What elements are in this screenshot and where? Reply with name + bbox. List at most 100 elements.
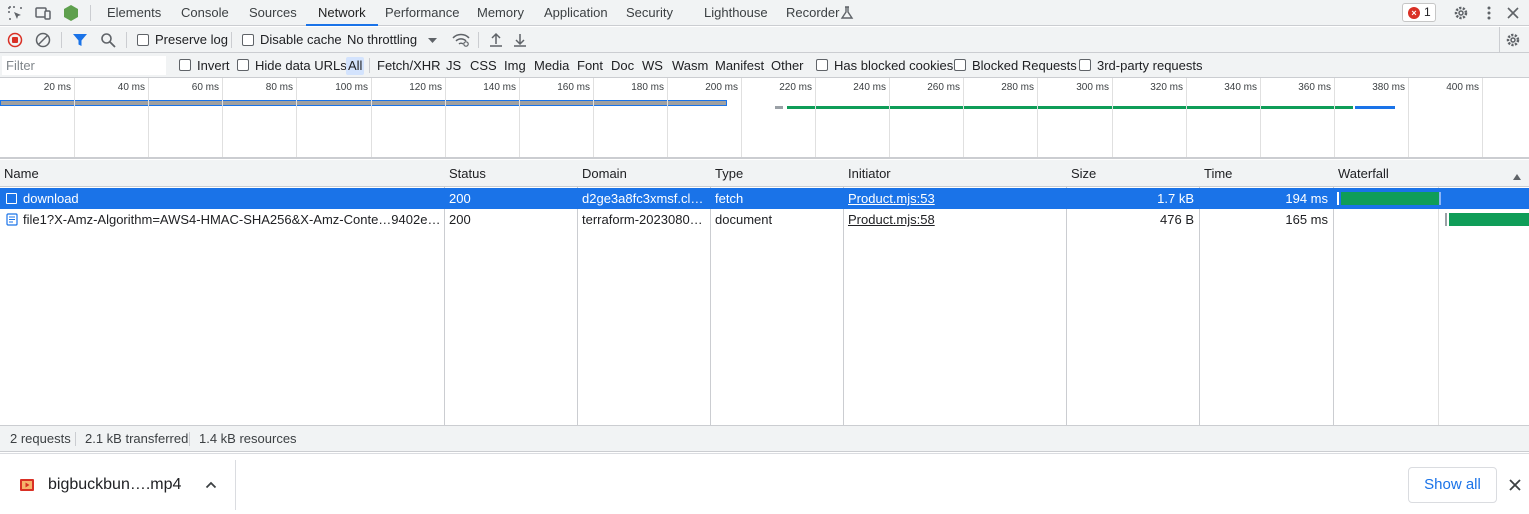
timeline-tick-label: 180 ms bbox=[631, 82, 664, 93]
column-header-name[interactable]: Name bbox=[0, 160, 39, 187]
timeline-tick bbox=[1482, 78, 1483, 157]
tab-console[interactable]: Console bbox=[181, 0, 229, 26]
timeline-tick bbox=[593, 78, 594, 157]
divider bbox=[189, 432, 190, 446]
error-icon: × bbox=[1408, 7, 1420, 19]
blocked-requests-label: Blocked Requests bbox=[972, 58, 1077, 73]
column-header-domain[interactable]: Domain bbox=[578, 160, 627, 187]
overview-bar-download bbox=[0, 100, 727, 106]
close-icon[interactable] bbox=[1508, 478, 1522, 495]
column-header-type[interactable]: Type bbox=[711, 160, 743, 187]
filter-type-media[interactable]: Media bbox=[532, 57, 571, 75]
request-initiator-link[interactable]: Product.mjs:58 bbox=[844, 209, 1065, 230]
timeline-tick-label: 300 ms bbox=[1076, 82, 1109, 93]
disable-cache-checkbox[interactable] bbox=[242, 34, 254, 46]
divider bbox=[75, 432, 76, 446]
timeline-tick bbox=[1408, 78, 1409, 157]
filter-type-manifest[interactable]: Manifest bbox=[713, 57, 766, 75]
third-party-requests-checkbox[interactable] bbox=[1079, 59, 1091, 71]
inspect-element-icon[interactable] bbox=[6, 4, 24, 22]
filter-type-all[interactable]: All bbox=[346, 57, 365, 75]
table-row[interactable]: download 200 d2ge3a8fc3xmsf.clo… fetch P… bbox=[0, 188, 1529, 209]
device-toolbar-icon[interactable] bbox=[34, 4, 52, 22]
tab-security[interactable]: Security bbox=[626, 0, 673, 26]
tab-performance[interactable]: Performance bbox=[385, 0, 459, 26]
timeline-tick-label: 220 ms bbox=[779, 82, 812, 93]
waterfall-bar-download bbox=[1439, 192, 1441, 205]
record-stop-icon[interactable] bbox=[6, 31, 24, 49]
request-domain: terraform-20230808… bbox=[582, 212, 709, 227]
filter-type-doc[interactable]: Doc bbox=[609, 57, 636, 75]
search-icon[interactable] bbox=[99, 31, 117, 49]
tab-recorder[interactable]: Recorder bbox=[786, 0, 839, 26]
error-count-badge[interactable]: × 1 bbox=[1402, 3, 1436, 22]
transferred-size: 2.1 kB transferred bbox=[85, 431, 189, 446]
timeline-tick bbox=[1334, 78, 1335, 157]
more-options-icon[interactable] bbox=[1480, 4, 1498, 22]
hide-data-urls-checkbox[interactable] bbox=[237, 59, 249, 71]
document-icon bbox=[6, 213, 18, 229]
filter-type-other[interactable]: Other bbox=[769, 57, 806, 75]
fetch-request-icon bbox=[6, 193, 17, 204]
request-initiator-link[interactable]: Product.mjs:53 bbox=[844, 188, 1065, 209]
timeline-tick bbox=[74, 78, 75, 157]
divider bbox=[231, 32, 232, 48]
network-settings-gear-icon[interactable] bbox=[1504, 31, 1522, 49]
filter-input[interactable] bbox=[2, 56, 166, 75]
column-header-waterfall[interactable]: Waterfall bbox=[1334, 160, 1389, 187]
download-item-name[interactable]: bigbuckbun….mp4 bbox=[48, 476, 181, 494]
show-all-downloads-button[interactable]: Show all bbox=[1408, 467, 1497, 503]
divider bbox=[126, 32, 127, 48]
timeline-tick-label: 20 ms bbox=[43, 82, 71, 93]
filter-type-css[interactable]: CSS bbox=[468, 57, 499, 75]
timeline-overview[interactable]: 20 ms 40 ms 60 ms 80 ms 100 ms 120 ms 140 ms 16… bbox=[0, 78, 1529, 159]
timeline-tick bbox=[1186, 78, 1187, 157]
throttling-select[interactable]: No throttling bbox=[347, 32, 417, 47]
filter-type-ws[interactable]: WS bbox=[640, 57, 665, 75]
blocked-requests-checkbox[interactable] bbox=[954, 59, 966, 71]
timeline-tick bbox=[741, 78, 742, 157]
tab-lighthouse[interactable]: Lighthouse bbox=[704, 0, 768, 26]
tab-application[interactable]: Application bbox=[544, 0, 608, 26]
export-har-icon[interactable] bbox=[511, 31, 529, 49]
devtools-tab-bar: Elements Console Sources Network Perform… bbox=[0, 0, 1529, 26]
import-har-icon[interactable] bbox=[487, 31, 505, 49]
tab-elements[interactable]: Elements bbox=[107, 0, 161, 26]
table-row[interactable]: file1?X-Amz-Algorithm=AWS4-HMAC-SHA256&X… bbox=[0, 209, 1529, 230]
filter-type-js[interactable]: JS bbox=[444, 57, 463, 75]
status-bar: 2 requests 2.1 kB transferred 1.4 kB res… bbox=[0, 425, 1529, 452]
filter-type-font[interactable]: Font bbox=[575, 57, 605, 75]
column-header-status[interactable]: Status bbox=[445, 160, 486, 187]
node-js-icon[interactable] bbox=[62, 4, 80, 22]
clear-icon[interactable] bbox=[34, 31, 52, 49]
timeline-tick bbox=[148, 78, 149, 157]
caret-down-icon[interactable] bbox=[424, 31, 442, 49]
timeline-tick bbox=[667, 78, 668, 157]
tab-sources[interactable]: Sources bbox=[249, 0, 297, 26]
column-header-initiator[interactable]: Initiator bbox=[844, 160, 891, 187]
has-blocked-cookies-checkbox[interactable] bbox=[816, 59, 828, 71]
filter-type-img[interactable]: Img bbox=[502, 57, 528, 75]
divider bbox=[1499, 27, 1500, 53]
filter-type-fetch-xhr[interactable]: Fetch/XHR bbox=[375, 57, 443, 75]
invert-checkbox[interactable] bbox=[179, 59, 191, 71]
request-name: file1?X-Amz-Algorithm=AWS4-HMAC-SHA256&X… bbox=[23, 212, 443, 227]
close-devtools-icon[interactable] bbox=[1504, 4, 1522, 22]
filter-icon[interactable] bbox=[71, 31, 89, 49]
column-header-time[interactable]: Time bbox=[1200, 160, 1232, 187]
request-status: 200 bbox=[449, 212, 471, 227]
network-conditions-icon[interactable] bbox=[451, 31, 471, 49]
preserve-log-checkbox[interactable] bbox=[137, 34, 149, 46]
overview-bar-content bbox=[1355, 106, 1395, 109]
timeline-tick-label: 160 ms bbox=[557, 82, 590, 93]
gear-icon[interactable] bbox=[1452, 4, 1470, 22]
third-party-requests-label: 3rd-party requests bbox=[1097, 58, 1203, 73]
tab-memory[interactable]: Memory bbox=[477, 0, 524, 26]
filter-type-wasm[interactable]: Wasm bbox=[670, 57, 710, 75]
sort-ascending-icon[interactable] bbox=[1512, 169, 1522, 184]
network-toolbar: Preserve log Disable cache No throttling bbox=[0, 27, 1529, 53]
chevron-up-icon[interactable] bbox=[204, 478, 218, 495]
requests-table: Name Status Domain Type Initiator Size T… bbox=[0, 160, 1529, 425]
column-header-size[interactable]: Size bbox=[1067, 160, 1096, 187]
tab-network[interactable]: Network bbox=[306, 0, 378, 26]
